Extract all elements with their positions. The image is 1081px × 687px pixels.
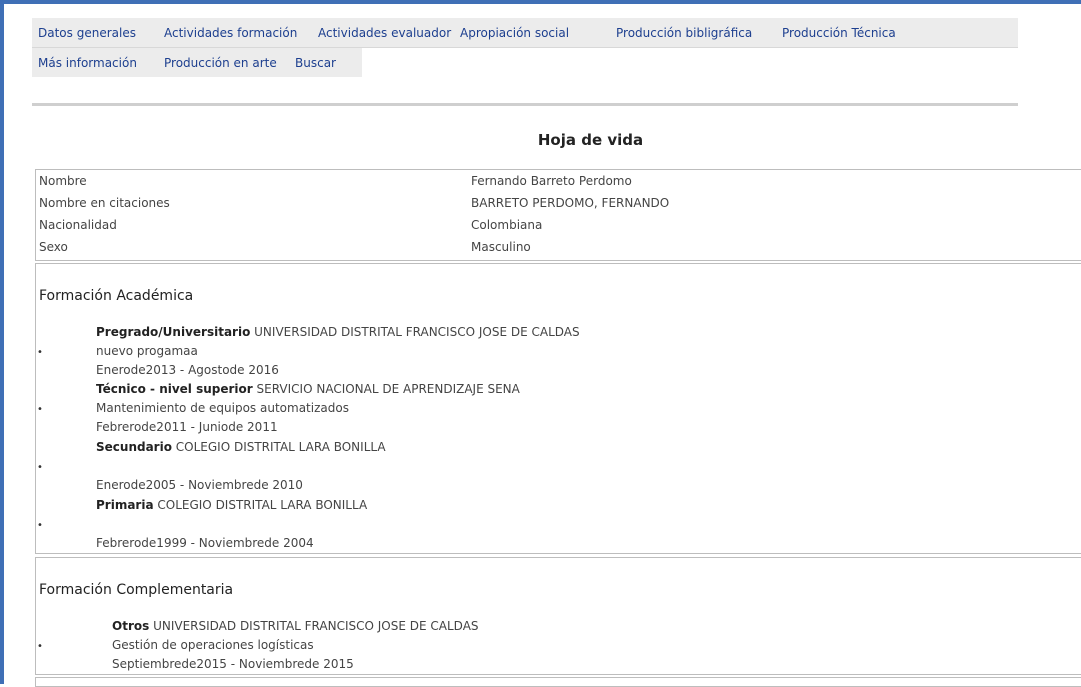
- nav-row-2: Más información Producción en arte Busca…: [32, 48, 362, 77]
- field-value: BARRETO PERDOMO, FERNANDO: [471, 196, 670, 210]
- entry-level: Otros: [112, 619, 150, 633]
- field-value: Colombiana: [471, 218, 543, 232]
- academic-section: Formación Académica Pregrado/Universitar…: [35, 263, 1081, 554]
- bullet-icon: •: [37, 404, 43, 415]
- entry-institution: UNIVERSIDAD DISTRITAL FRANCISCO JOSE DE …: [149, 619, 479, 633]
- entry-institution: COLEGIO DISTRITAL LARA BONILLA: [171, 440, 386, 454]
- section-title: Formación Complementaria: [39, 582, 234, 598]
- nav-row-1: Datos generales Actividades formación Ac…: [32, 18, 1018, 48]
- nav-link-produccion-tecnica[interactable]: Producción Técnica: [776, 26, 912, 40]
- bullet-icon: •: [37, 520, 43, 531]
- table-row: Nacionalidad Colombiana: [36, 214, 1081, 236]
- table-row: Nombre Fernando Barreto Perdomo: [36, 170, 1081, 192]
- entry-heading: Otros UNIVERSIDAD DISTRITAL FRANCISCO JO…: [112, 619, 479, 633]
- top-navigation: Datos generales Actividades formación Ac…: [32, 18, 1018, 77]
- entry-heading: Pregrado/Universitario UNIVERSIDAD DISTR…: [96, 325, 580, 339]
- page-title: Hoja de vida: [537, 131, 644, 149]
- field-value: Masculino: [471, 240, 531, 254]
- entry-dates: Septiembrede2015 - Noviembrede 2015: [112, 657, 354, 671]
- window-left-border: [0, 0, 4, 684]
- field-label: Nacionalidad: [39, 218, 117, 232]
- nav-link-mas-informacion[interactable]: Más información: [32, 56, 158, 70]
- entry-heading: Primaria COLEGIO DISTRITAL LARA BONILLA: [96, 498, 367, 512]
- table-row: Nombre en citaciones BARRETO PERDOMO, FE…: [36, 192, 1081, 214]
- entry-dates: Enerode2013 - Agostode 2016: [96, 363, 279, 377]
- complementary-section: Formación Complementaria Otros UNIVERSID…: [35, 557, 1081, 675]
- nav-link-datos-generales[interactable]: Datos generales: [32, 26, 158, 40]
- bullet-icon: •: [37, 347, 43, 358]
- nav-link-apropiacion-social[interactable]: Apropiación social: [454, 26, 610, 40]
- entry-heading: Secundario COLEGIO DISTRITAL LARA BONILL…: [96, 440, 386, 454]
- field-label: Sexo: [39, 240, 68, 254]
- field-label: Nombre en citaciones: [39, 196, 170, 210]
- table-row: Sexo Masculino: [36, 236, 1081, 258]
- field-label: Nombre: [39, 174, 87, 188]
- entry-dates: Febrerode1999 - Noviembrede 2004: [96, 536, 314, 550]
- entry-level: Pregrado/Universitario: [96, 325, 251, 339]
- field-value: Fernando Barreto Perdomo: [471, 174, 632, 188]
- next-section: [35, 677, 1081, 687]
- nav-divider: [32, 103, 1018, 106]
- nav-link-produccion-bibliografica[interactable]: Producción bibligráfica: [610, 26, 776, 40]
- entry-level: Técnico - nivel superior: [96, 382, 253, 396]
- entry-program: Mantenimiento de equipos automatizados: [96, 401, 349, 415]
- section-title: Formación Académica: [39, 288, 194, 304]
- bullet-icon: •: [37, 462, 43, 473]
- entry-heading: Técnico - nivel superior SERVICIO NACION…: [96, 382, 520, 396]
- entry-institution: COLEGIO DISTRITAL LARA BONILLA: [153, 498, 368, 512]
- general-info-table: Nombre Fernando Barreto Perdomo Nombre e…: [35, 169, 1081, 261]
- entry-level: Primaria: [96, 498, 154, 512]
- nav-link-actividades-formacion[interactable]: Actividades formación: [158, 26, 312, 40]
- entry-institution: UNIVERSIDAD DISTRITAL FRANCISCO JOSE DE …: [250, 325, 580, 339]
- entry-dates: Enerode2005 - Noviembrede 2010: [96, 478, 303, 492]
- entry-dates: Febrerode2011 - Juniode 2011: [96, 420, 278, 434]
- entry-program: nuevo progamaa: [96, 344, 198, 358]
- nav-link-buscar[interactable]: Buscar: [289, 56, 355, 70]
- nav-link-produccion-en-arte[interactable]: Producción en arte: [158, 56, 289, 70]
- entry-program: Gestión de operaciones logísticas: [112, 638, 314, 652]
- window-top-border: [0, 0, 1081, 4]
- entry-institution: SERVICIO NACIONAL DE APRENDIZAJE SENA: [252, 382, 520, 396]
- nav-link-actividades-evaluador[interactable]: Actividades evaluador: [312, 26, 454, 40]
- bullet-icon: •: [37, 641, 43, 652]
- entry-level: Secundario: [96, 440, 172, 454]
